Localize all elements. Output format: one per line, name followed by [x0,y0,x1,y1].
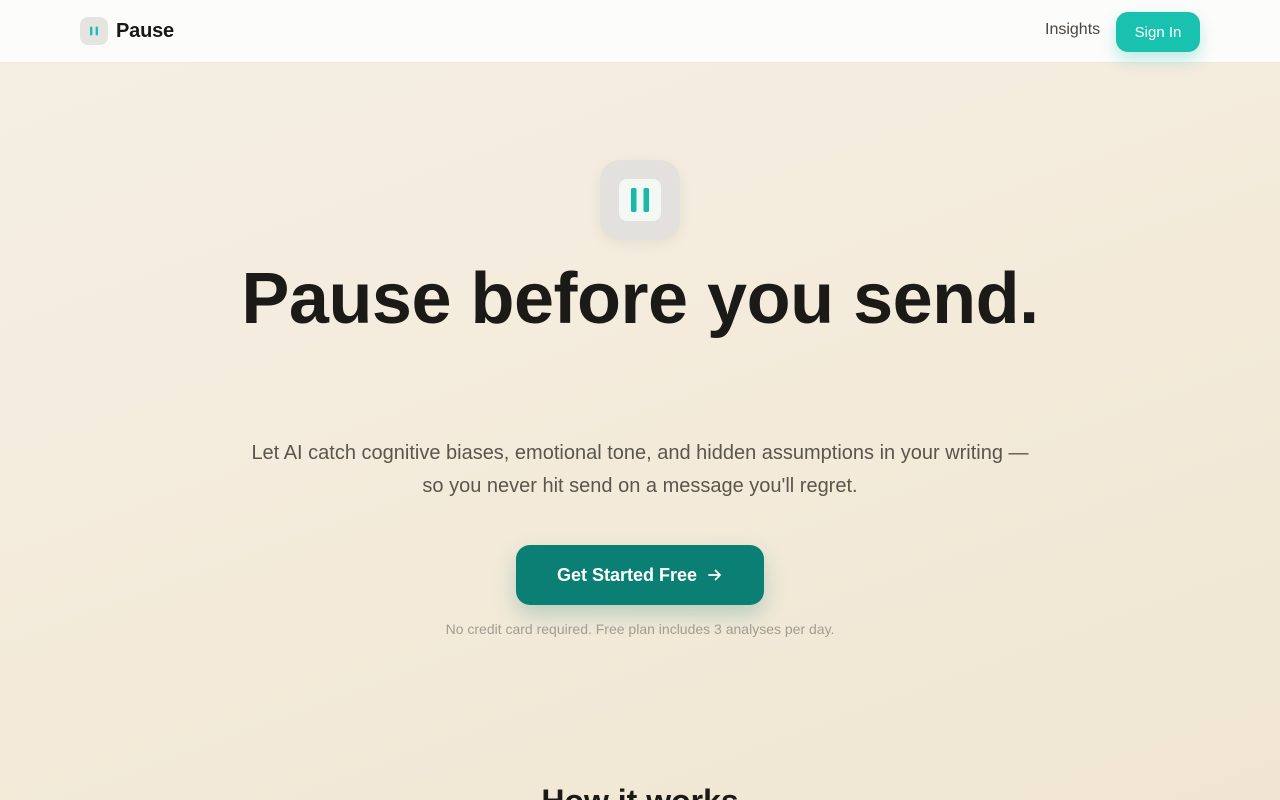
pause-icon [619,179,661,221]
hero-subtitle: Let AI catch cognitive biases, emotional… [251,442,1029,497]
nav-link-insights[interactable]: Insights [1045,21,1100,39]
hero-note: No credit card required. Free plan inclu… [445,621,835,637]
hero-title: Pause before you send. [241,259,1039,339]
hero-logo [600,160,680,240]
sign-in-button[interactable]: Sign In [1116,12,1200,52]
arrow-right-icon [707,567,723,583]
top-navbar: Pause Insights Sign In [0,0,1280,63]
get-started-button[interactable]: Get Started Free [516,545,764,605]
brand[interactable]: Pause [80,17,174,45]
pause-icon [80,17,108,45]
get-started-label: Get Started Free [556,564,698,585]
how-it-works-title: How it works [240,783,1040,800]
brand-name: Pause [116,19,174,42]
